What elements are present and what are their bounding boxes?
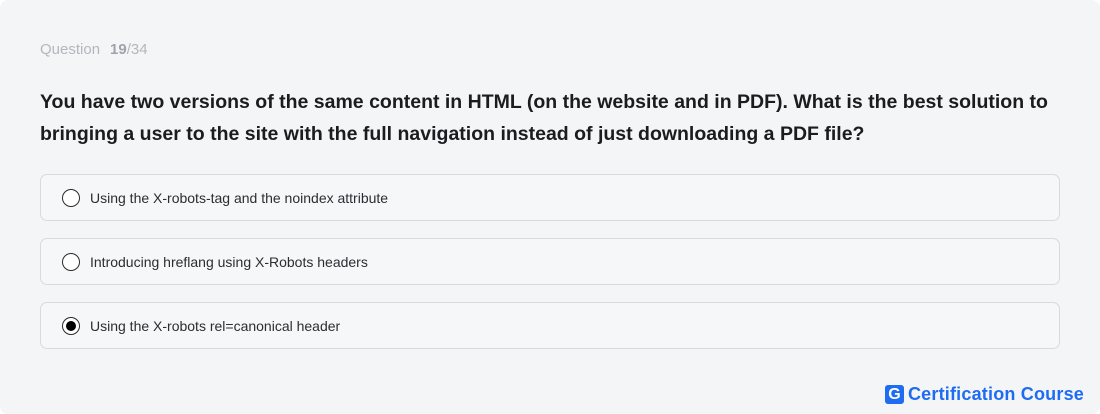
answer-options: Using the X-robots-tag and the noindex a… [40, 174, 1060, 349]
answer-option-3[interactable]: Using the X-robots rel=canonical header [40, 302, 1060, 349]
question-current-number: 19 [110, 41, 127, 58]
answer-option-2[interactable]: Introducing hreflang using X-Robots head… [40, 238, 1060, 285]
brand-logo-icon: G [884, 385, 904, 404]
brand-name: Certification Course [907, 384, 1084, 404]
radio-button-icon[interactable] [62, 252, 80, 271]
question-text: You have two versions of the same conten… [40, 91, 1048, 145]
radio-button-selected-icon[interactable] [62, 316, 80, 335]
radio-selected-dot [66, 320, 76, 331]
quiz-card: Question 19/34 You have two versions of t… [0, 0, 1100, 414]
question-counter: Question 19/34 [40, 40, 1060, 60]
answer-option-label: Using the X-robots-tag and the noindex a… [90, 189, 389, 206]
question-counter-label: Question [40, 41, 101, 58]
radio-button-icon[interactable] [62, 188, 80, 207]
answer-option-label: Using the X-robots rel=canonical header [90, 317, 341, 334]
question-total: /34 [126, 41, 148, 58]
brand-footer: G Certification Course [884, 384, 1084, 405]
answer-option-1[interactable]: Using the X-robots-tag and the noindex a… [40, 174, 1060, 221]
answer-option-label: Introducing hreflang using X-Robots head… [90, 253, 368, 270]
